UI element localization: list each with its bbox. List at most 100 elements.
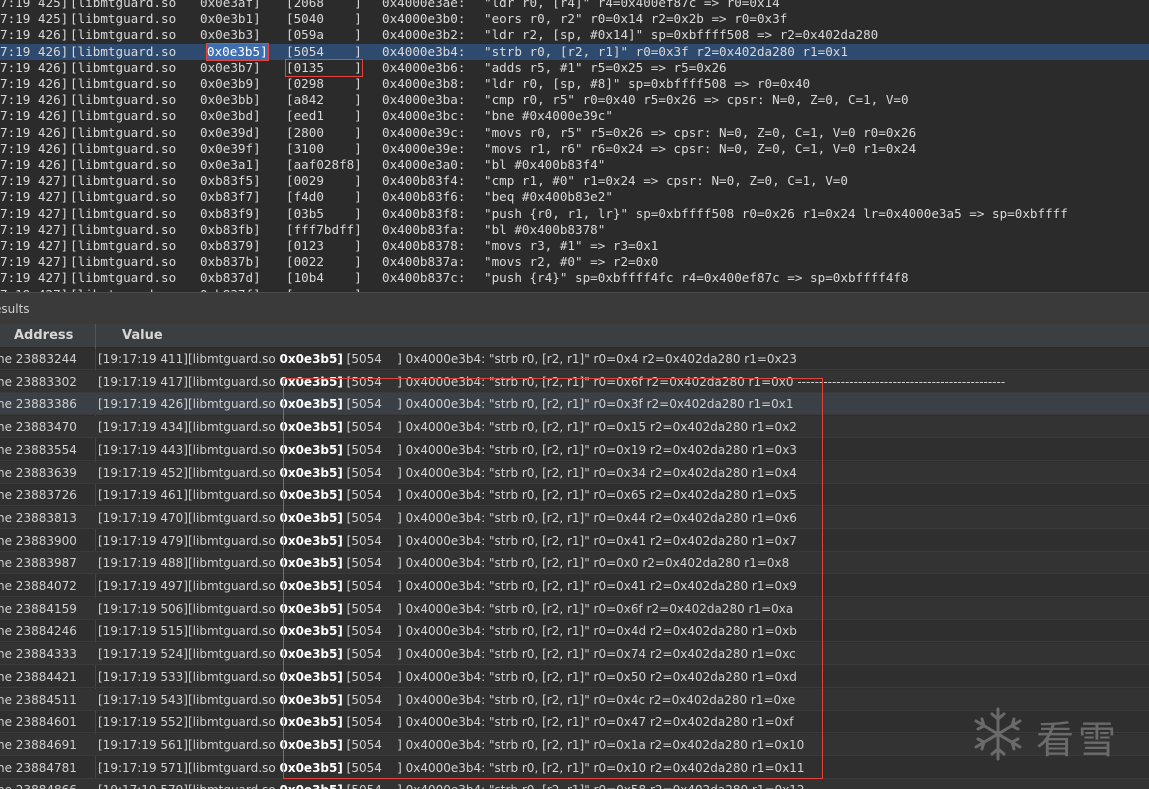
trace-row[interactable]: 7:19 427] [libmtguard.so 0xb83f7] [f4d0 ] 0x… <box>0 189 1149 205</box>
result-row[interactable]: ne 23883726 [19:17:19 461][libmtguard.so … <box>0 484 1149 507</box>
result-row[interactable]: ne 23884072 [19:17:19 497][libmtguard.so … <box>0 575 1149 597</box>
result-value-rest: [5054 ] 0x4000e3b4: "strb r0, [r2, r1]" … <box>342 533 797 548</box>
watermark-text: 看雪 <box>1036 718 1121 762</box>
result-value-offset: 0x0e3b5] <box>279 397 343 412</box>
trace-row[interactable]: 7:19 427] [libmtguard.so 0xb8379] [0123 ] 0x… <box>0 238 1149 254</box>
result-value: [19:17:19 543][libmtguard.so 0x0e3b5] [5… <box>98 689 795 711</box>
result-value-prefix: [19:17:19 443][libmtguard.so <box>98 442 280 457</box>
trace-opcode: [0123 ] <box>286 238 362 253</box>
trace-row[interactable]: 7:19 427] [libmtguard.so 0xb83f5] [0029 ] 0x… <box>0 173 1149 189</box>
trace-row[interactable]: 7:19 427] [libmtguard.so 0xb837b] [0022 ] 0x… <box>0 254 1149 270</box>
trace-opcode: [10b4 ] <box>286 270 362 286</box>
trace-library: [libmtguard.so <box>70 173 177 189</box>
result-row[interactable]: ne 23883987 [19:17:19 488][libmtguard.so … <box>0 552 1149 575</box>
trace-time: 7:19 427] <box>0 205 69 221</box>
trace-address: 0x400b837a: <box>382 254 466 270</box>
trace-opcode: [eed1 ] <box>286 108 362 124</box>
result-row[interactable]: ne 23883386 [19:17:19 426][libmtguard.so … <box>0 393 1149 416</box>
result-value: [19:17:19 452][libmtguard.so 0x0e3b5] [5… <box>98 462 797 484</box>
trace-offset: 0x0e39f] <box>200 140 261 156</box>
result-row[interactable]: ne 23883302 [19:17:19 417][libmtguard.so … <box>0 370 1149 393</box>
trace-address: 0x4000e3b6: <box>382 59 466 75</box>
trace-row[interactable]: 7:19 427] [libmtguard.so 0xb83fb] [fff7bdff… <box>0 222 1149 238</box>
trace-opcode: [03b5 ] <box>286 205 362 221</box>
result-address: ne 23884691 <box>0 737 77 752</box>
result-address: ne 23884333 <box>0 647 77 662</box>
trace-instruction: "cmp r0, r5" r0=0x40 r5=0x26 => cpsr: N=… <box>484 92 909 108</box>
trace-row[interactable]: 7:19 426] [libmtguard.so 0x0e3b9] [0298 ] 0x… <box>0 76 1149 92</box>
result-row[interactable]: ne 23883639 [19:17:19 452][libmtguard.so … <box>0 461 1149 484</box>
trace-opcode: [5054 ] <box>286 43 362 59</box>
trace-row[interactable]: 7:19 426] [libmtguard.so 0x0e3b5] [5054 ] 0x… <box>0 42 1149 61</box>
result-value-offset: 0x0e3b5] <box>279 556 343 571</box>
column-header-value[interactable]: Value <box>122 324 163 348</box>
result-row[interactable]: ne 23884421 [19:17:19 533][libmtguard.so … <box>0 666 1149 688</box>
trace-row[interactable]: 7:19 426] [libmtguard.so 0x0e3bb] [a842 ] 0x… <box>0 92 1149 108</box>
trace-row[interactable]: 7:19 426] [libmtguard.so 0x0e3b7] [0135 ] 0x… <box>0 58 1149 77</box>
trace-row[interactable]: 7:19 427] [libmtguard.so 0xb83f9] [03b5 ] 0x… <box>0 206 1149 222</box>
trace-pane[interactable]: 7:19 425] [libmtguard.so 0x0e3af] [2068 ] 0x… <box>0 0 1149 292</box>
result-address: ne 23883302 <box>0 374 77 389</box>
result-value-rest: [5054 ] 0x4000e3b4: "strb r0, [r2, r1]" … <box>342 715 794 730</box>
result-value-prefix: [19:17:19 515][libmtguard.so <box>98 624 280 639</box>
result-value-rest: [5054 ] 0x4000e3b4: "strb r0, [r2, r1]" … <box>342 374 1006 389</box>
result-address: ne 23883813 <box>0 510 77 525</box>
result-value-offset: 0x0e3b5] <box>279 737 343 752</box>
result-value-offset: 0x0e3b5] <box>279 420 343 435</box>
trace-time: 7:19 426] <box>0 43 69 59</box>
result-value-offset: 0x0e3b5] <box>279 374 343 389</box>
result-row[interactable]: ne 23883470 [19:17:19 434][libmtguard.so … <box>0 416 1149 439</box>
trace-offset: 0xb8379] <box>200 238 261 253</box>
trace-time: 7:19 426] <box>0 140 69 156</box>
trace-time: 7:19 427] <box>0 221 69 237</box>
result-row[interactable]: ne 23884866 [19:17:19 579][libmtguard.so … <box>0 779 1149 789</box>
result-row[interactable]: ne 23884333 [19:17:19 524][libmtguard.so … <box>0 643 1149 666</box>
result-row[interactable]: ne 23883244 [19:17:19 411][libmtguard.so … <box>0 348 1149 370</box>
result-value-offset: 0x0e3b5] <box>279 624 343 639</box>
trace-row[interactable]: 7:19 426] [libmtguard.so 0x0e39d] [2800 ] 0x… <box>0 125 1149 141</box>
result-row[interactable]: ne 23883900 [19:17:19 479][libmtguard.so … <box>0 530 1149 552</box>
result-value-offset: 0x0e3b5] <box>279 465 343 480</box>
trace-time: 7:19 425] <box>0 0 69 10</box>
trace-offset: 0x0e3b3] <box>200 27 261 43</box>
trace-address: 0x4000e3bc: <box>382 108 466 124</box>
trace-library: [libmtguard.so <box>70 43 177 59</box>
trace-row[interactable]: 7:19 426] [libmtguard.so 0x0e3bd] [eed1 ] 0x… <box>0 108 1149 124</box>
trace-library: [libmtguard.so <box>70 108 177 124</box>
result-value: [19:17:19 417][libmtguard.so 0x0e3b5] [5… <box>98 371 1005 393</box>
trace-opcode: [0135 ] <box>285 58 363 77</box>
trace-instruction: "bl #0x400b83f4" <box>484 157 606 172</box>
result-value-offset: 0x0e3b5] <box>279 579 343 593</box>
results-title: esults <box>0 302 30 316</box>
result-value-rest: [5054 ] 0x4000e3b4: "strb r0, [r2, r1]" … <box>342 510 797 525</box>
result-row[interactable]: ne 23883813 [19:17:19 470][libmtguard.so … <box>0 506 1149 529</box>
trace-time: 7:19 426] <box>0 27 69 43</box>
trace-library: [libmtguard.so <box>70 254 177 270</box>
trace-address: 0x4000e3ba: <box>382 92 466 108</box>
trace-row[interactable]: 7:19 425] [libmtguard.so 0x0e3b1] [5040 ] 0x… <box>0 11 1149 27</box>
trace-library: [libmtguard.so <box>70 11 177 27</box>
column-header-address[interactable]: Address <box>14 324 73 348</box>
result-value-rest: [5054 ] 0x4000e3b4: "strb r0, [r2, r1]" … <box>342 579 797 593</box>
trace-address: 0x400b83fa: <box>382 221 466 237</box>
result-address: ne 23883726 <box>0 488 77 503</box>
result-row[interactable]: ne 23884159 [19:17:19 506][libmtguard.so … <box>0 597 1149 620</box>
result-value: [19:17:19 461][libmtguard.so 0x0e3b5] [5… <box>98 484 797 506</box>
trace-instruction: "movs r3, #1" => r3=0x1 <box>484 238 659 253</box>
result-row[interactable]: ne 23884246 [19:17:19 515][libmtguard.so … <box>0 620 1149 643</box>
trace-library: [libmtguard.so <box>70 221 177 237</box>
trace-row[interactable]: 7:19 426] [libmtguard.so 0x0e3b3] [059a ] 0x… <box>0 27 1149 43</box>
trace-row[interactable]: 7:19 426] [libmtguard.so 0x0e3a1] [aaf028f8… <box>0 157 1149 173</box>
result-value: [19:17:19 552][libmtguard.so 0x0e3b5] [5… <box>98 711 794 733</box>
trace-row[interactable]: 7:19 426] [libmtguard.so 0x0e39f] [3100 ] 0x… <box>0 141 1149 157</box>
result-row[interactable]: ne 23883554 [19:17:19 443][libmtguard.so … <box>0 439 1149 461</box>
trace-row[interactable]: 7:19 425] [libmtguard.so 0x0e3af] [2068 ] 0x… <box>0 0 1149 11</box>
result-value-prefix: [19:17:19 488][libmtguard.so <box>98 556 280 571</box>
result-value-offset: 0x0e3b5] <box>279 715 343 730</box>
trace-row[interactable]: 7:19 427] [libmtguard.so 0xb837d] [10b4 ] 0x… <box>0 270 1149 286</box>
result-address: ne 23883639 <box>0 465 77 480</box>
trace-offset: 0xb83fb] <box>200 221 261 237</box>
watermark: 看雪 <box>968 705 1138 763</box>
result-value-rest: [5054 ] 0x4000e3b4: "strb r0, [r2, r1]" … <box>342 488 797 503</box>
result-value: [19:17:19 411][libmtguard.so 0x0e3b5] [5… <box>98 348 797 370</box>
